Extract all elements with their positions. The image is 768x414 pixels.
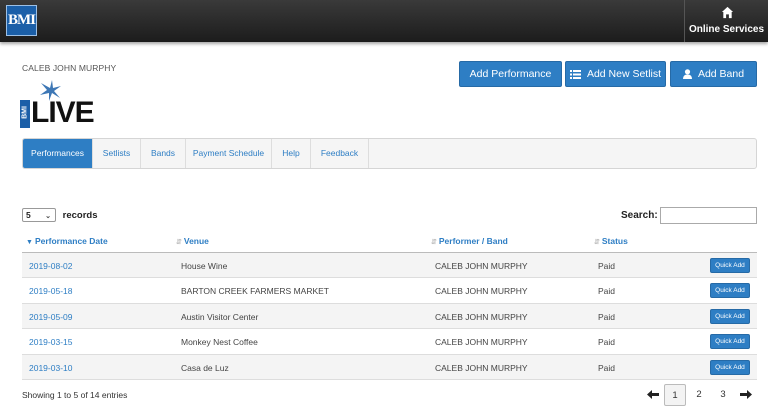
user-icon xyxy=(682,69,692,80)
quick-add-button[interactable]: Quick Add xyxy=(710,334,750,350)
quick-add-button[interactable]: Quick Add xyxy=(710,283,750,299)
bmi-live-logo: BMI LIVE xyxy=(20,80,102,128)
table-row: 2019-08-02 House Wine CALEB JOHN MURPHY … xyxy=(22,253,757,279)
status-cell: Paid xyxy=(598,286,616,297)
tab-help[interactable]: Help xyxy=(272,139,311,168)
performer-cell: CALEB JOHN MURPHY xyxy=(435,337,528,348)
list-icon xyxy=(569,69,581,79)
performance-date-link[interactable]: 2019-03-15 xyxy=(29,337,72,347)
venue-cell: Monkey Nest Coffee xyxy=(181,337,258,348)
chevron-down-icon: ⌄ xyxy=(45,213,51,220)
tab-performances[interactable]: Performances xyxy=(23,139,93,168)
quick-add-button[interactable]: Quick Add xyxy=(710,258,750,273)
column-status[interactable]: ⇵ Status xyxy=(594,236,628,246)
page-length-control: 5 ⌄ records xyxy=(22,208,98,222)
previous-page-button[interactable] xyxy=(645,384,661,406)
table-header: ▼ Performance Date ⇵ Venue ⇵ Performer / Ba… xyxy=(22,229,757,253)
page-length-select[interactable]: 5 ⌄ xyxy=(22,208,56,222)
add-setlist-label: Add New Setlist xyxy=(586,68,662,80)
performance-date-link[interactable]: 2019-03-10 xyxy=(29,363,72,373)
sort-both-icon: ⇵ xyxy=(431,239,437,246)
section-tabs: Performances Setlists Bands Payment Sche… xyxy=(22,138,757,169)
status-cell: Paid xyxy=(598,337,616,348)
records-label: records xyxy=(62,209,98,221)
sort-desc-icon: ▼ xyxy=(26,239,33,246)
add-performance-button[interactable]: Add Performance xyxy=(459,61,562,87)
add-setlist-button[interactable]: Add New Setlist xyxy=(565,61,666,87)
performances-table: ▼ Performance Date ⇵ Venue ⇵ Performer / Ba… xyxy=(22,229,757,380)
performance-date-link[interactable]: 2019-05-18 xyxy=(29,286,72,296)
quick-add-button[interactable]: Quick Add xyxy=(710,308,750,324)
performance-date-link[interactable]: 2019-08-02 xyxy=(29,261,72,271)
sort-both-icon: ⇵ xyxy=(176,239,182,246)
online-services-label: Online Services xyxy=(688,24,765,35)
venue-cell: BARTON CREEK FARMERS MARKET xyxy=(181,286,329,297)
venue-cell: Austin Visitor Center xyxy=(181,311,259,322)
quick-add-button[interactable]: Quick Add xyxy=(710,359,750,375)
tab-bands[interactable]: Bands xyxy=(141,139,186,168)
tab-feedback[interactable]: Feedback xyxy=(311,139,369,168)
add-band-label: Add Band xyxy=(697,68,745,80)
table-info: Showing 1 to 5 of 14 entries xyxy=(22,390,128,400)
tab-setlists[interactable]: Setlists xyxy=(93,139,141,168)
page-3-button[interactable]: 3 xyxy=(714,384,732,406)
venue-cell: Casa de Luz xyxy=(181,362,229,373)
table-row: 2019-03-15 Monkey Nest Coffee CALEB JOHN… xyxy=(22,329,757,355)
performance-date-link[interactable]: 2019-05-09 xyxy=(29,312,72,322)
account-name: CALEB JOHN MURPHY xyxy=(22,63,117,73)
table-row: 2019-05-09 Austin Visitor Center CALEB J… xyxy=(22,303,757,330)
performer-cell: CALEB JOHN MURPHY xyxy=(435,362,528,373)
table-row: 2019-05-18 BARTON CREEK FARMERS MARKET C… xyxy=(22,278,757,304)
performer-cell: CALEB JOHN MURPHY xyxy=(435,261,528,271)
search-label: Search: xyxy=(621,210,658,221)
performer-cell: CALEB JOHN MURPHY xyxy=(435,286,528,297)
bmi-logo[interactable]: BMI xyxy=(6,5,37,36)
add-performance-label: Add Performance xyxy=(469,68,552,80)
tab-payment-schedule[interactable]: Payment Schedule xyxy=(186,139,272,168)
live-wordmark: LIVE xyxy=(31,96,95,129)
venue-cell: House Wine xyxy=(181,261,228,271)
status-cell: Paid xyxy=(598,311,616,322)
sort-both-icon: ⇵ xyxy=(594,239,600,246)
top-navbar: BMI Online Services xyxy=(0,0,768,42)
column-performer-band[interactable]: ⇵ Performer / Band xyxy=(431,236,508,246)
performer-cell: CALEB JOHN MURPHY xyxy=(435,311,528,322)
page-2-button[interactable]: 2 xyxy=(690,384,708,406)
search-input[interactable] xyxy=(660,207,757,224)
arrow-right-icon xyxy=(740,389,752,399)
home-icon xyxy=(721,6,734,19)
arrow-left-icon xyxy=(647,389,659,399)
column-performance-date[interactable]: ▼ Performance Date xyxy=(26,236,108,246)
add-band-button[interactable]: Add Band xyxy=(670,61,757,87)
page-1-button[interactable]: 1 xyxy=(664,384,686,406)
status-cell: Paid xyxy=(598,261,616,271)
table-row: 2019-03-10 Casa de Luz CALEB JOHN MURPHY… xyxy=(22,354,757,380)
online-services-link[interactable]: Online Services xyxy=(684,0,768,42)
next-page-button[interactable] xyxy=(738,384,754,406)
bmi-vertical-mark: BMI xyxy=(20,100,30,128)
status-cell: Paid xyxy=(598,362,616,373)
column-venue[interactable]: ⇵ Venue xyxy=(176,236,209,246)
